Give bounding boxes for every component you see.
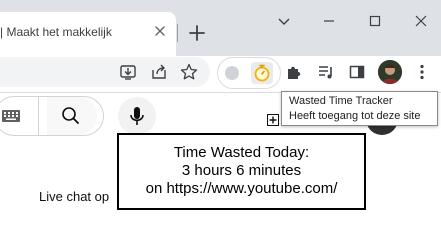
tab-strip: | Maakt het makkelijk <box>0 0 441 56</box>
more-menu-icon[interactable] <box>411 61 433 83</box>
maximize-icon[interactable] <box>364 10 386 32</box>
search-box[interactable] <box>0 96 104 136</box>
tab-separator <box>177 24 178 42</box>
close-icon[interactable] <box>153 24 167 38</box>
tooltip-subtitle: Heeft toegang tot deze site <box>289 110 421 122</box>
address-bar[interactable] <box>0 57 210 87</box>
time-wasted-popup: Time Wasted Today: 3 hours 6 minutes on … <box>117 133 366 210</box>
chevron-down-icon[interactable] <box>273 10 295 32</box>
install-icon[interactable] <box>117 61 139 83</box>
side-panel-icon[interactable] <box>346 61 368 83</box>
search-button[interactable] <box>47 97 97 135</box>
bookmark-star-icon[interactable] <box>178 61 200 83</box>
stopwatch-icon[interactable] <box>251 62 273 84</box>
active-tab[interactable]: | Maakt het makkelijk <box>0 12 176 56</box>
profile-avatar[interactable] <box>378 60 402 84</box>
create-icon[interactable] <box>267 113 279 126</box>
browser-toolbar <box>0 56 441 93</box>
browser-window: | Maakt het makkelijk Live chat op Waste… <box>0 0 441 248</box>
extension-tooltip: Wasted Time Tracker Heeft toegang tot de… <box>281 91 438 126</box>
minimize-icon[interactable] <box>318 10 340 32</box>
popup-duration: 3 hours 6 minutes <box>181 162 302 179</box>
puzzle-icon[interactable] <box>283 61 305 83</box>
share-icon[interactable] <box>148 61 170 83</box>
extension-small-icon[interactable] <box>225 66 239 80</box>
window-close-icon[interactable] <box>410 10 432 32</box>
live-chat-label: Live chat op <box>39 189 110 204</box>
microphone-icon[interactable] <box>118 97 156 135</box>
tooltip-title: Wasted Time Tracker <box>289 95 393 107</box>
media-queue-icon[interactable] <box>315 61 337 83</box>
popup-heading: Time Wasted Today: <box>173 144 310 161</box>
tab-title: | Maakt het makkelijk <box>0 25 112 39</box>
keyboard-icon[interactable] <box>1 109 21 123</box>
new-tab-icon[interactable] <box>186 22 208 44</box>
search-divider <box>38 97 39 135</box>
popup-site: on https://www.youtube.com/ <box>145 180 338 197</box>
pinned-extensions <box>217 57 281 89</box>
